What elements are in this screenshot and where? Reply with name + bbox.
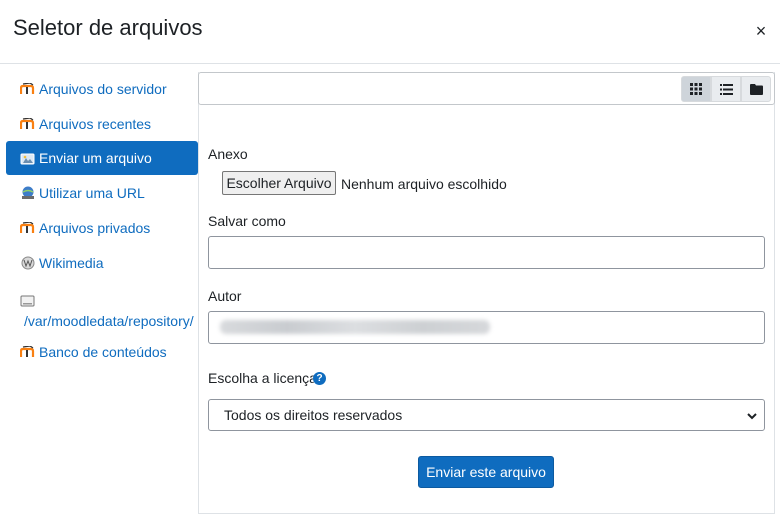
moodle-icon [20,116,36,132]
sidebar-item-upload-file[interactable]: Enviar um arquivo [6,141,198,175]
sidebar-item-label: /var/moodledata/repository/ [24,313,194,329]
sidebar-item-label: Arquivos privados [39,220,151,236]
license-select[interactable]: Todos os direitos reservados [208,399,765,431]
moodle-icon [20,344,36,360]
view-switcher [681,76,771,102]
sidebar-item-filesystem[interactable]: /var/moodledata/repository/ [6,286,198,336]
content-panel [198,72,775,514]
attachment-label: Anexo [208,146,248,162]
close-button[interactable]: × [752,20,770,42]
sidebar-item-label: Enviar um arquivo [39,150,152,166]
sidebar-item-wikimedia[interactable]: Wikimedia [6,246,198,280]
list-view-icon[interactable] [711,76,741,102]
license-label: Escolha a licença [208,370,317,386]
sidebar-item-content-bank[interactable]: Banco de conteúdos [6,335,198,369]
save-as-label: Salvar como [208,213,286,229]
filesystem-icon [20,293,36,309]
folder-view-icon[interactable] [741,76,771,102]
sidebar-item-label: Arquivos recentes [39,116,152,132]
sidebar-item-use-url[interactable]: Utilizar uma URL [6,176,198,210]
dialog-title: Seletor de arquivos [13,15,203,40]
file-status-text: Nenhum arquivo escolhido [341,176,507,192]
url-icon [20,185,36,201]
sidebar-item-label: Banco de conteúdos [39,344,167,360]
upload-icon [20,150,36,166]
license-selected-value: Todos os direitos reservados [224,407,403,423]
wikimedia-icon [20,255,36,271]
sidebar-item-recent-files[interactable]: Arquivos recentes [6,107,198,141]
dialog-header: Seletor de arquivos × [0,0,780,64]
moodle-icon [20,81,36,97]
choose-file-button[interactable]: Escolher Arquivo [222,171,336,195]
sidebar-item-server-files[interactable]: Arquivos do servidor [6,72,198,106]
file-picker-toolbar [198,72,775,105]
save-as-input[interactable] [208,236,765,269]
sidebar-item-label: Arquivos do servidor [39,81,167,97]
sidebar-item-private-files[interactable]: Arquivos privados [6,211,198,245]
help-icon[interactable]: ? [313,372,326,385]
chevron-down-icon [746,409,758,425]
sidebar-item-label: Wikimedia [39,255,104,271]
upload-submit-button[interactable]: Enviar este arquivo [418,456,554,488]
grid-view-icon[interactable] [681,76,711,102]
sidebar-item-label: Utilizar uma URL [39,185,145,201]
moodle-icon [20,220,36,236]
author-value-redacted [220,320,490,334]
author-label: Autor [208,288,242,304]
